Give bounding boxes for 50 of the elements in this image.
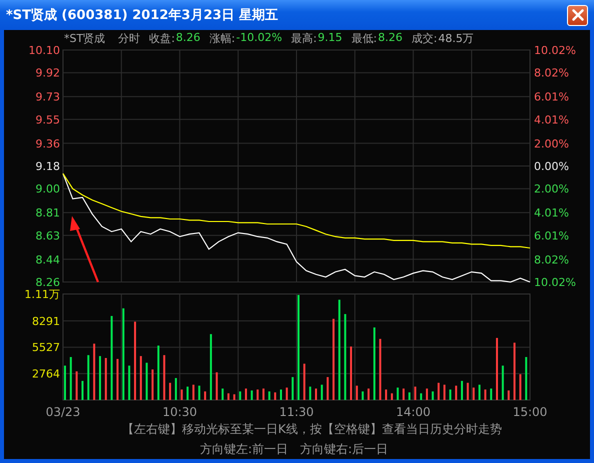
percent-label: 10.02% <box>534 276 576 286</box>
quote-value: 8.26 <box>176 30 200 46</box>
volume-label: 2764 <box>32 368 60 381</box>
price-label: 9.18 <box>36 160 60 173</box>
hint-text: 【左右键】移动光标至某一日K线，按【空格键】查看当日历史分时走势 <box>122 421 502 438</box>
percent-label: 8.02% <box>534 253 569 266</box>
price-label: 9.73 <box>36 90 60 104</box>
time-label: 14:00 <box>396 405 431 419</box>
price-label: 9.92 <box>36 66 60 80</box>
window-title: *ST贤成 (600381) 2012年3月23日 星期五 <box>6 7 278 24</box>
volume-label: 1.11万 <box>24 288 60 301</box>
hint-text: 方向键右:后一日 <box>300 441 388 458</box>
percent-label: 6.01% <box>534 90 569 104</box>
close-icon <box>572 9 584 21</box>
percent-label: 2.00% <box>534 137 569 150</box>
price-label: 8.63 <box>36 229 60 242</box>
price-label: 8.44 <box>36 253 60 266</box>
percent-label: 0.00% <box>534 160 569 173</box>
percent-label: 4.01% <box>534 113 569 126</box>
quote-label: 收盘: <box>149 30 175 46</box>
quote-label: 成交: <box>412 30 438 46</box>
price-label: 9.55 <box>36 113 60 126</box>
percent-label: 8.02% <box>534 66 569 80</box>
price-label: 9.00 <box>36 182 60 196</box>
quote-value: -10.02% <box>236 30 282 46</box>
price-label: 10.10 <box>28 46 60 57</box>
quote-label: 最低: <box>351 30 377 46</box>
volume-label: 8291 <box>32 314 60 328</box>
price-label: 8.26 <box>36 276 60 286</box>
time-label: 15:00 <box>512 405 548 419</box>
time-label: 03/23 <box>46 405 80 419</box>
time-label: 10:30 <box>162 405 198 419</box>
close-button[interactable] <box>567 4 588 26</box>
annotation-arrow <box>70 216 100 282</box>
volume-label: 5527 <box>32 341 60 354</box>
quote-value: 8.26 <box>378 30 402 46</box>
percent-label: 6.01% <box>534 229 569 242</box>
percent-label: 4.01% <box>534 206 569 220</box>
quote-label: 涨幅: <box>209 30 236 46</box>
stock-name: *ST贤成 <box>64 30 106 46</box>
quote-label: 最高: <box>291 30 317 46</box>
percent-label: 10.02% <box>534 46 576 57</box>
price-label: 9.36 <box>36 137 60 150</box>
percent-label: 2.00% <box>534 182 569 196</box>
quote-value: 9.15 <box>318 30 342 46</box>
hint-text: 方向键左:前一日 <box>200 441 288 458</box>
quote-value: 48.5万 <box>438 30 474 46</box>
time-label: 11:30 <box>279 405 314 419</box>
price-label: 8.81 <box>36 206 60 220</box>
chart-mode: 分时 <box>118 30 140 46</box>
